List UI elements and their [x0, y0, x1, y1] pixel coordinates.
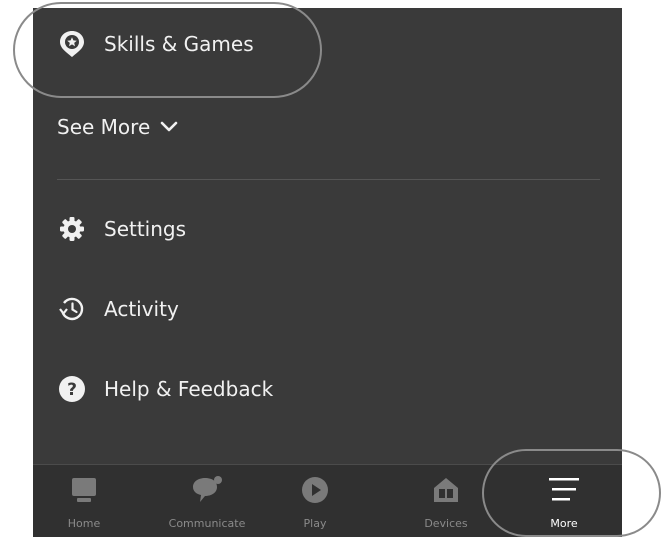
menu-item-help-feedback[interactable]: ? Help & Feedback: [58, 375, 273, 403]
help-feedback-label: Help & Feedback: [104, 377, 274, 401]
nav-home[interactable]: Home: [59, 465, 109, 537]
home-icon: [67, 473, 101, 507]
see-more-label: See More: [57, 115, 151, 139]
see-more-button[interactable]: See More: [57, 115, 178, 139]
nav-play[interactable]: Play: [290, 465, 340, 537]
menu-item-skills-games[interactable]: Skills & Games: [58, 30, 254, 58]
hamburger-menu-icon: [547, 473, 581, 507]
svg-text:?: ?: [67, 380, 77, 400]
nav-more-label: More: [550, 517, 578, 530]
bottom-navigation-bar: Home Communicate Play Devices More: [33, 465, 622, 537]
devices-home-icon: [429, 473, 463, 507]
more-menu-screen: Skills & Games See More Settings Activit…: [33, 8, 622, 537]
activity-label: Activity: [104, 297, 179, 321]
nav-communicate[interactable]: Communicate: [157, 465, 257, 537]
skills-badge-icon: [58, 30, 86, 58]
menu-item-activity[interactable]: Activity: [58, 295, 179, 323]
nav-devices-label: Devices: [424, 517, 468, 530]
help-question-icon: ?: [58, 375, 86, 403]
settings-label: Settings: [104, 217, 187, 241]
menu-item-settings[interactable]: Settings: [58, 215, 186, 243]
speech-bubble-icon: [190, 473, 224, 507]
gear-icon: [58, 215, 86, 243]
nav-home-label: Home: [67, 517, 101, 530]
play-icon: [298, 473, 332, 507]
menu-divider: [57, 179, 600, 180]
nav-play-label: Play: [303, 517, 327, 530]
nav-communicate-label: Communicate: [168, 517, 246, 530]
skills-games-label: Skills & Games: [104, 32, 254, 56]
chevron-down-icon: [160, 121, 178, 132]
nav-more[interactable]: More: [536, 465, 592, 537]
nav-devices[interactable]: Devices: [411, 465, 481, 537]
activity-history-icon: [58, 295, 86, 323]
